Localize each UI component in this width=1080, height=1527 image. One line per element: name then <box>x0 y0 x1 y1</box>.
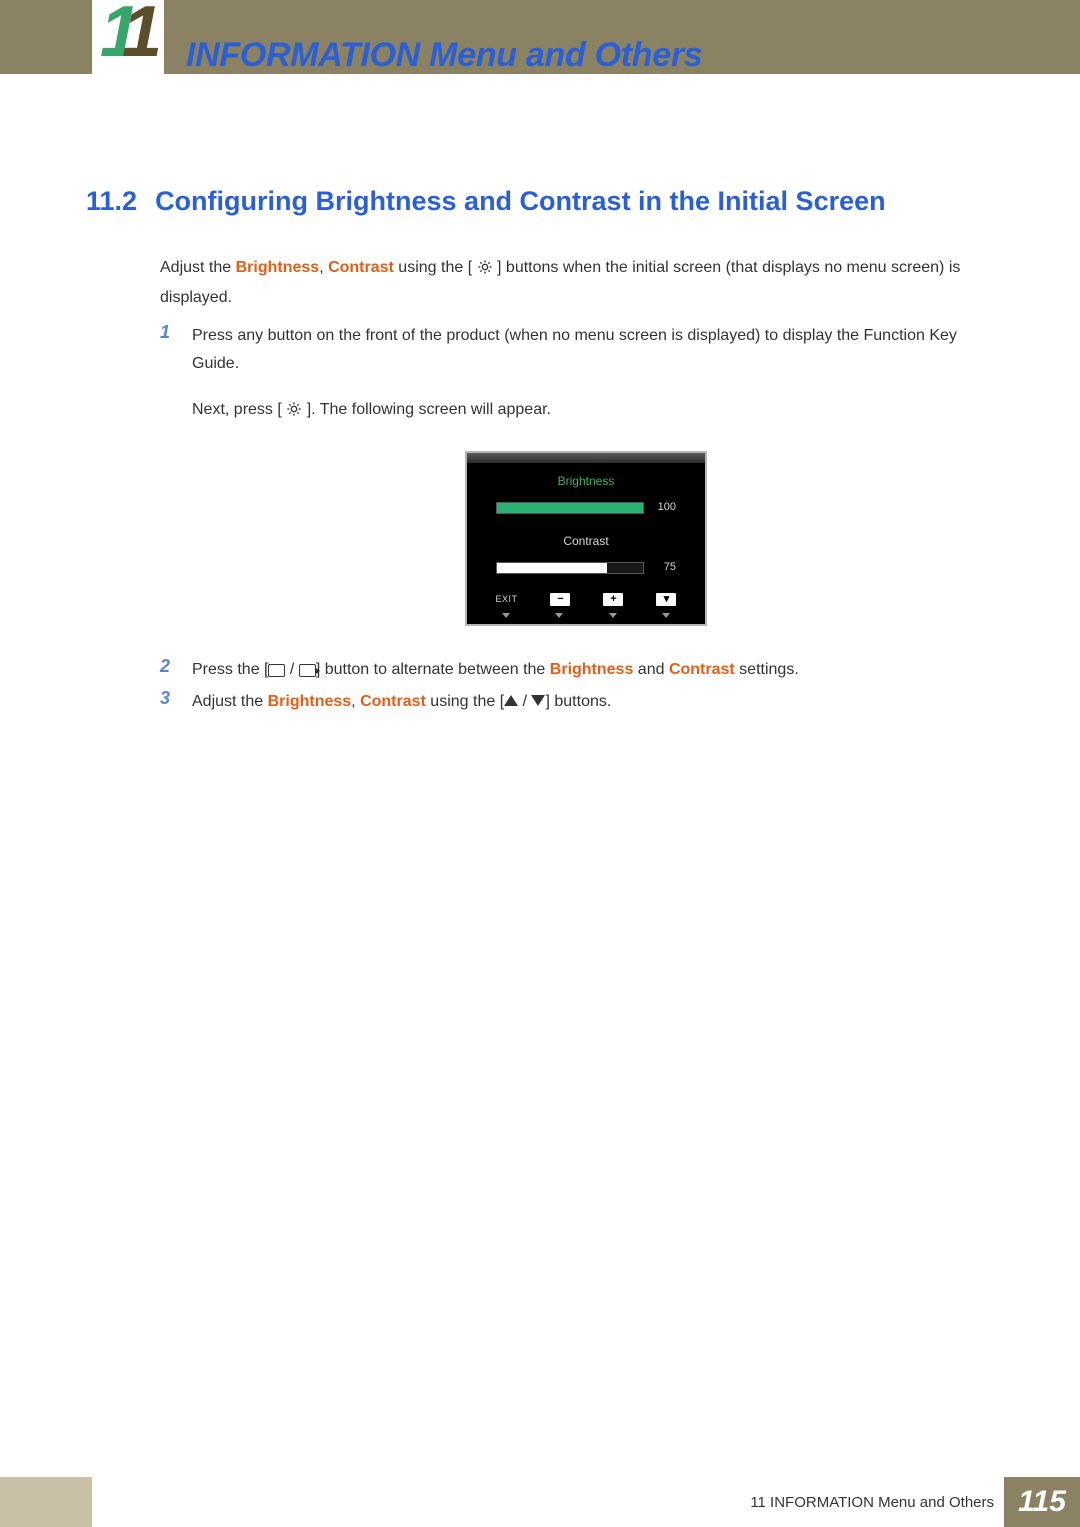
sun-icon <box>477 257 493 284</box>
osd-indicator-arrow <box>502 613 510 618</box>
step-1: 1 Press any button on the front of the p… <box>160 322 980 652</box>
osd-exit-label: EXIT <box>495 592 517 608</box>
osd-indicator-arrow <box>555 613 563 618</box>
slash: / <box>285 661 298 678</box>
step-number: 3 <box>160 688 174 716</box>
chapter-title: INFORMATION Menu and Others <box>186 36 702 75</box>
page-number: 115 <box>1018 1485 1066 1519</box>
svg-text:1: 1 <box>122 0 162 72</box>
osd-titlebar <box>467 453 705 463</box>
footer-page-box: 115 <box>1004 1477 1080 1527</box>
step3-pre: Adjust the <box>192 693 268 710</box>
step1-text2b: ]. The following screen will appear. <box>302 401 551 418</box>
intro-mid: using the [ <box>394 259 477 276</box>
step2-brightness: Brightness <box>550 661 634 678</box>
intro-paragraph: Adjust the Brightness, Contrast using th… <box>160 254 980 311</box>
triangle-up-icon <box>504 695 518 706</box>
intro-prefix: Adjust the <box>160 259 236 276</box>
chapter-number-icon: 1 1 <box>92 0 164 74</box>
step-number: 2 <box>160 656 174 684</box>
page-footer: 11 INFORMATION Menu and Others 115 <box>0 1477 1080 1527</box>
osd-contrast-bar <box>496 562 644 574</box>
step-3: 3 Adjust the Brightness, Contrast using … <box>160 688 980 716</box>
step2-contrast: Contrast <box>669 661 735 678</box>
aspect-icon <box>268 664 285 677</box>
step3-post: ] buttons. <box>545 693 611 710</box>
osd-indicator-arrow <box>609 613 617 618</box>
intro-sep: , <box>319 259 328 276</box>
intro-brightness: Brightness <box>236 259 320 276</box>
step1-text1: Press any button on the front of the pro… <box>192 322 980 378</box>
sun-icon <box>286 399 302 427</box>
step2-mid: ] button to alternate between the <box>316 661 550 678</box>
step-number: 1 <box>160 322 174 652</box>
osd-contrast-label: Contrast <box>467 531 705 552</box>
osd-brightness-bar <box>496 502 644 514</box>
step3-contrast: Contrast <box>360 693 426 710</box>
step1-text2a: Next, press [ <box>192 401 286 418</box>
step3-sep: , <box>351 693 360 710</box>
triangle-down-icon <box>531 695 545 706</box>
source-icon <box>299 664 316 677</box>
step-2: 2 Press the [ / ] button to alternate be… <box>160 656 980 684</box>
step2-post: settings. <box>735 661 799 678</box>
osd-indicator-arrow <box>662 613 670 618</box>
section-title: Configuring Brightness and Contrast in t… <box>155 186 886 217</box>
slash2: / <box>518 693 531 710</box>
section-number: 11.2 <box>86 186 137 217</box>
step3-brightness: Brightness <box>268 693 352 710</box>
steps-list: 1 Press any button on the front of the p… <box>160 322 980 720</box>
footer-chapter-label: 11 INFORMATION Menu and Others <box>92 1477 1004 1527</box>
osd-brightness-value: 100 <box>654 498 676 517</box>
osd-contrast-value: 75 <box>654 558 676 577</box>
step3-mid: using the [ <box>426 693 504 710</box>
step2-and: and <box>633 661 669 678</box>
chapter-number-logo: 1 1 <box>92 0 164 74</box>
osd-brightness-label: Brightness <box>467 471 705 492</box>
section-heading: 11.2 Configuring Brightness and Contrast… <box>86 186 886 217</box>
osd-down-button: ▾ <box>656 593 676 606</box>
header-left-block <box>0 0 92 74</box>
osd-menu: Brightness 100 Contrast 75 EXIT − + ▾ <box>465 451 707 626</box>
osd-minus-button: − <box>550 593 570 606</box>
step2-pre: Press the [ <box>192 661 268 678</box>
intro-contrast: Contrast <box>328 259 394 276</box>
osd-plus-button: + <box>603 593 623 606</box>
footer-left-block <box>0 1477 92 1527</box>
